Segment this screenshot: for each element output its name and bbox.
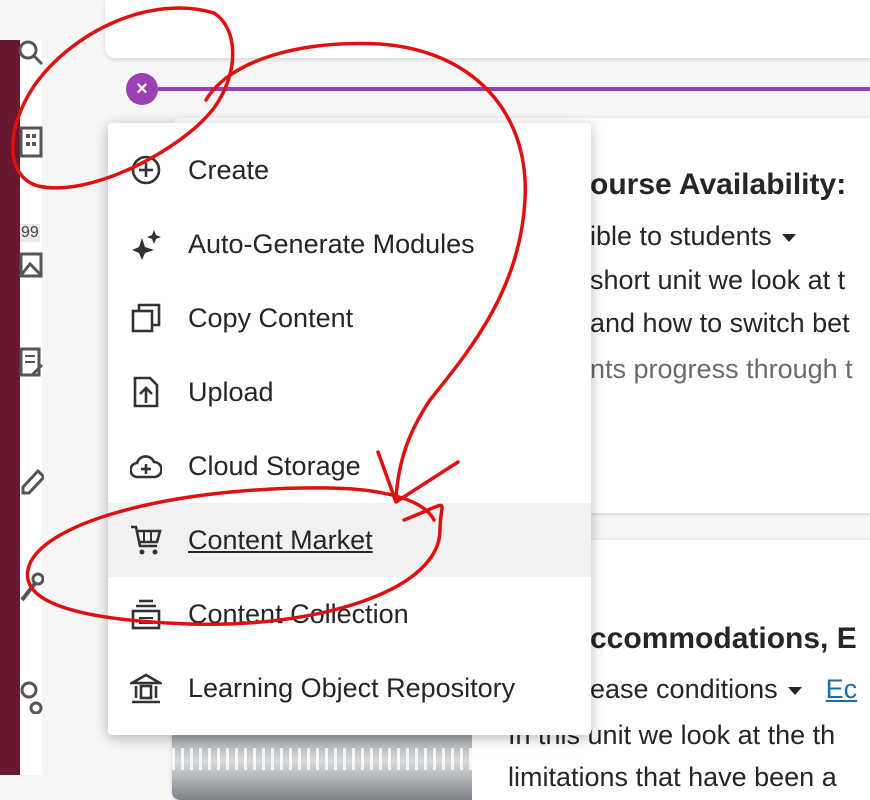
menu-item-label: Create: [188, 154, 270, 185]
image-icon[interactable]: [18, 248, 44, 282]
menu-item-content-collection[interactable]: Content Collection: [108, 577, 591, 651]
menu-item-label: Copy Content: [188, 302, 354, 333]
chevron-down-icon: [781, 233, 796, 242]
close-add-menu-button[interactable]: ×: [126, 73, 158, 105]
module-title[interactable]: ccommodations, E: [590, 622, 857, 656]
menu-item-label: Cloud Storage: [188, 450, 361, 481]
chevron-down-icon: [787, 686, 802, 695]
add-content-divider: [158, 87, 870, 91]
sparkle-icon: [132, 230, 161, 260]
module-description-line: limitations that have been a: [508, 762, 837, 792]
upload-icon: [133, 376, 159, 408]
menu-item-label: Content Collection: [188, 598, 409, 629]
plus-circle-icon: [131, 155, 161, 185]
module-description-line: short unit we look at t: [590, 265, 846, 295]
cloud-icon: [130, 455, 162, 479]
strip-count-badge: 99: [20, 224, 40, 242]
tools-icon[interactable]: [18, 570, 44, 604]
building-icon[interactable]: [18, 124, 44, 158]
menu-item-label: Learning Object Repository: [188, 672, 516, 703]
top-module-card: [105, 0, 870, 58]
visibility-dropdown[interactable]: ible to students: [590, 221, 796, 252]
search-icon[interactable]: [18, 40, 44, 74]
menu-item-learning-object-repository[interactable]: Learning Object Repository: [108, 651, 591, 725]
menu-item-label: Upload: [188, 376, 274, 407]
gradebook-icon[interactable]: [18, 345, 44, 379]
thumbnail-railing: [172, 748, 472, 770]
edit-link[interactable]: Ec: [826, 674, 858, 704]
module-description-line: nts progress through t: [590, 354, 853, 384]
collection-icon: [131, 599, 161, 630]
module-description-line: and how to switch bet: [590, 308, 850, 338]
user-settings-icon[interactable]: [18, 680, 44, 714]
menu-item-auto-generate-modules[interactable]: Auto-Generate Modules: [108, 207, 591, 281]
cart-icon: [131, 525, 162, 555]
menu-item-copy-content[interactable]: Copy Content: [108, 281, 591, 355]
left-nav-rail: [0, 40, 20, 775]
repository-icon: [130, 673, 162, 704]
release-conditions-dropdown[interactable]: ease conditions Ec: [590, 674, 857, 705]
visibility-label: ible to students: [590, 221, 772, 251]
module-title[interactable]: ourse Availability:: [590, 168, 846, 202]
menu-item-content-market[interactable]: Content Market: [108, 503, 591, 577]
menu-item-create[interactable]: Create: [108, 133, 591, 207]
add-content-menu: Create Auto-Generate Modules Copy Conten…: [108, 123, 591, 735]
menu-item-label: Auto-Generate Modules: [188, 228, 475, 259]
copy-icon: [131, 303, 161, 333]
menu-item-cloud-storage[interactable]: Cloud Storage: [108, 429, 591, 503]
edit-pencil-icon[interactable]: [18, 465, 44, 499]
menu-item-label: Content Market: [188, 524, 373, 555]
release-conditions-label: ease conditions: [590, 674, 778, 704]
close-icon: ×: [136, 78, 148, 100]
menu-item-upload[interactable]: Upload: [108, 355, 591, 429]
